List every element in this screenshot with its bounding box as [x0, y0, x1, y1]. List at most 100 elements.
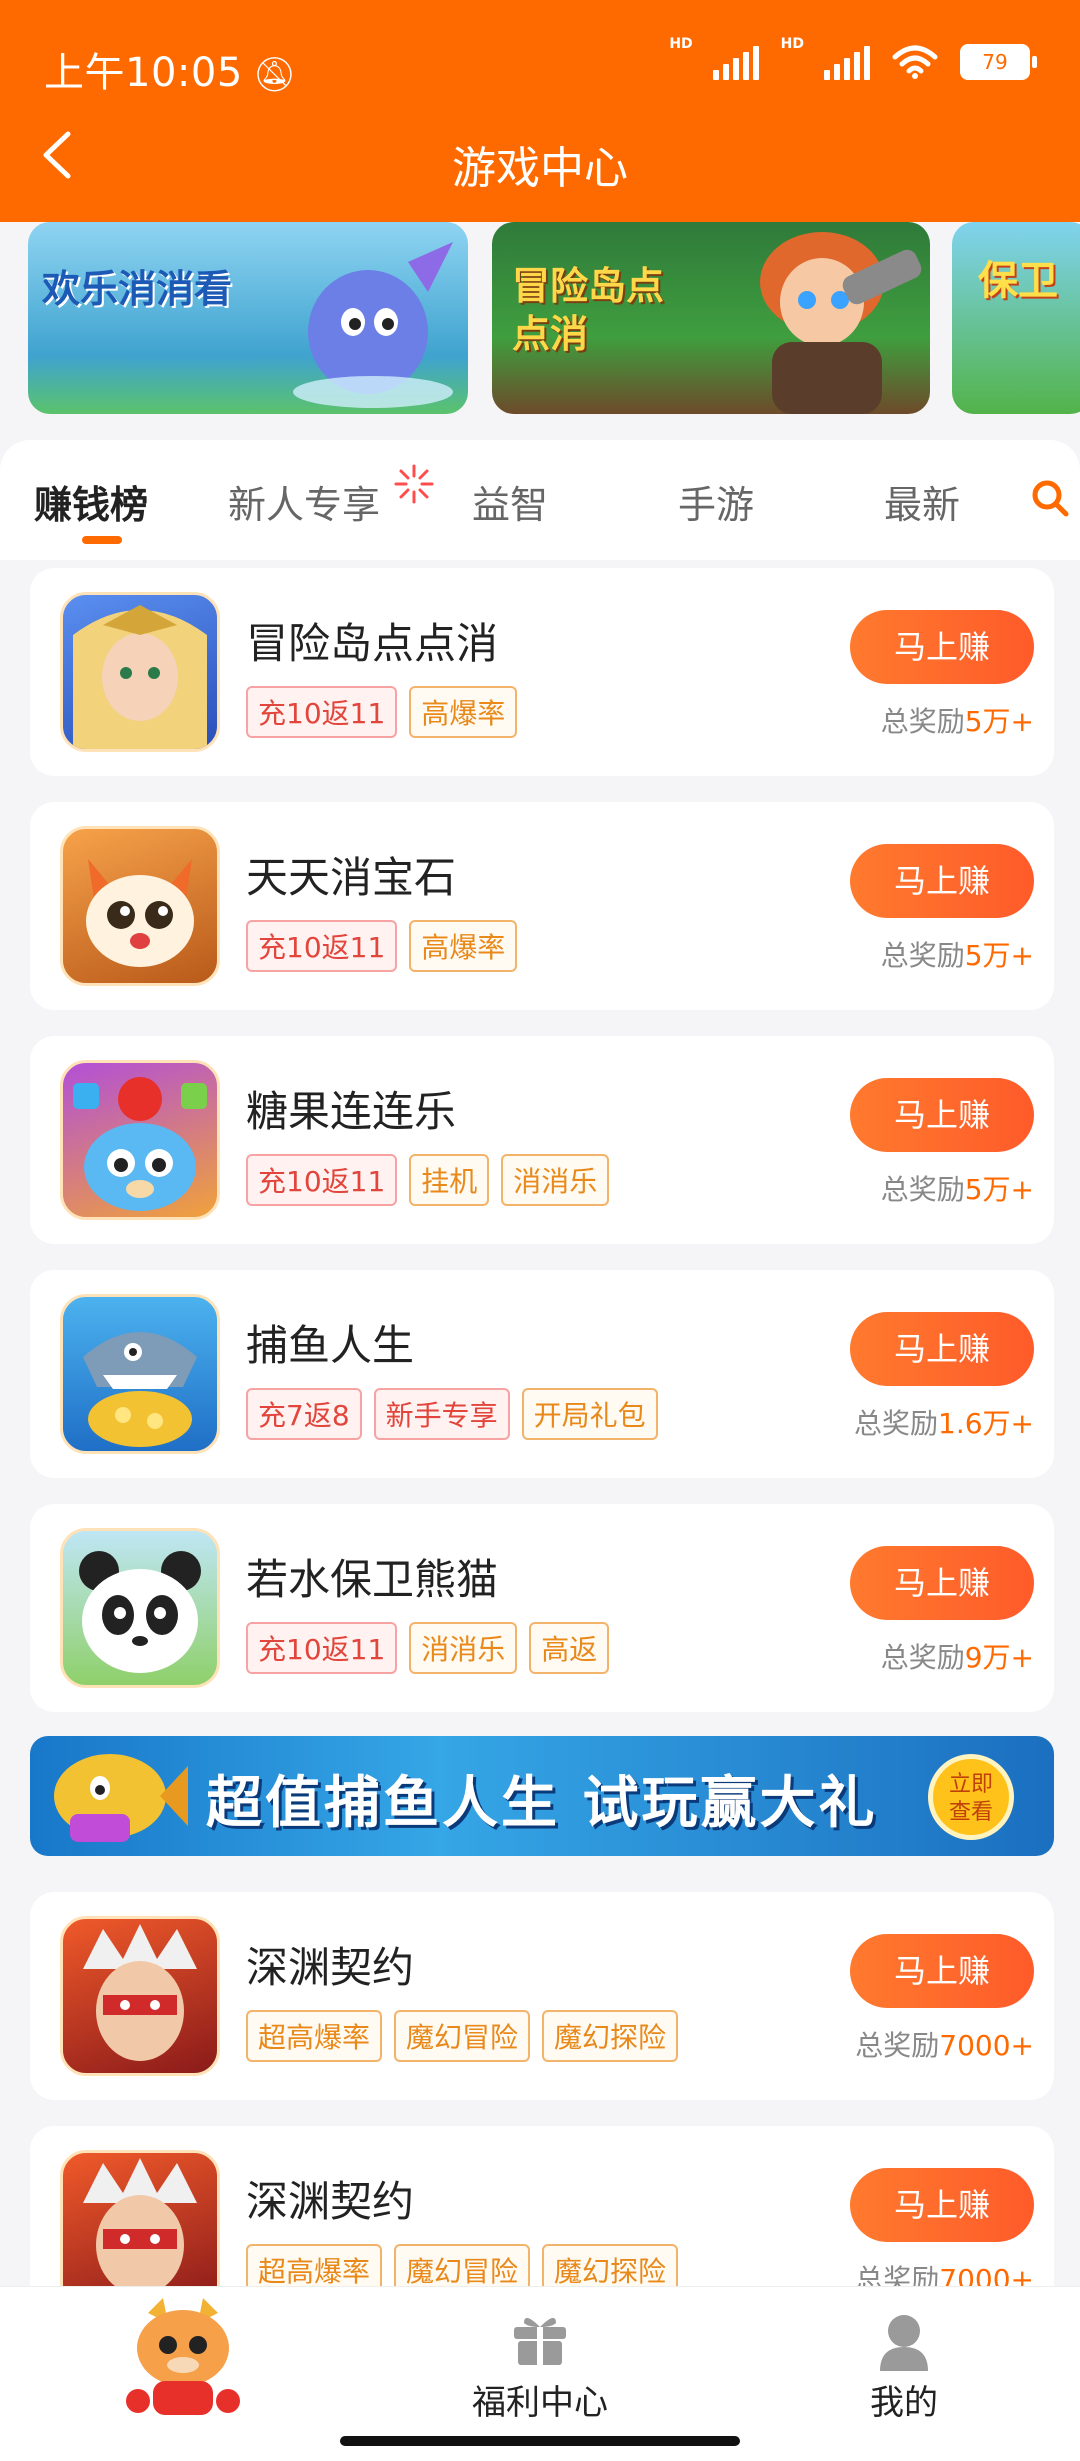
firework-icon: [394, 464, 434, 504]
reward-prefix: 总奖励: [880, 1173, 965, 1206]
earn-now-button[interactable]: 马上赚: [850, 1078, 1034, 1152]
mute-icon: 🔕︎: [252, 55, 297, 95]
reward-value: 5万+: [964, 939, 1034, 972]
game-tag: 充10返11: [246, 920, 398, 972]
search-icon[interactable]: [1030, 478, 1070, 518]
game-tag: 魔幻冒险: [394, 2010, 531, 2062]
battery-level: 79: [982, 50, 1008, 74]
tab-indicator: [82, 536, 122, 544]
reward-value: 5万+: [964, 705, 1034, 738]
bottom-nav: 福利中心 我的: [0, 2286, 1080, 2461]
game-tag: 超高爆率: [246, 2010, 383, 2062]
reward-prefix: 总奖励: [880, 1641, 965, 1674]
system-indicators: HD HD 79: [669, 36, 1037, 80]
earn-now-button[interactable]: 马上赚: [850, 1934, 1034, 2008]
game-tag: 高返: [529, 1622, 610, 1674]
fish-mascot-image: [54, 1754, 188, 1842]
game-tags: 充10返11 消消乐 高返: [246, 1622, 610, 1674]
game-tag: 充10返11: [246, 1622, 398, 1674]
game-tag: 高爆率: [409, 686, 518, 738]
reward-value: 1.6万+: [938, 1407, 1034, 1440]
earn-now-button[interactable]: 马上赚: [850, 1546, 1034, 1620]
game-title: 天天消宝石: [246, 853, 457, 902]
hd-icon: HD: [780, 36, 804, 52]
promo-text: 超值捕鱼人生 试玩赢大礼: [206, 1771, 878, 1836]
game-card[interactable]: 捕鱼人生 充7返8 新手专享 开局礼包 马上赚 总奖励1.6万+: [30, 1270, 1054, 1478]
wifi-icon: [892, 45, 938, 79]
mascot-image: [293, 242, 453, 408]
game-icon: [60, 592, 220, 752]
total-reward: 总奖励5万+: [881, 1168, 1034, 1208]
hero-image: [760, 232, 922, 414]
reward-value: 5万+: [964, 1173, 1034, 1206]
clock: 上午10:05: [44, 50, 243, 96]
game-tag: 新手专享: [373, 1388, 510, 1440]
game-icon: [60, 826, 220, 986]
game-tags: 充10返11 高爆率: [246, 920, 518, 972]
page-title: 游戏中心: [452, 143, 628, 194]
game-card[interactable]: 深渊契约 超高爆率 魔幻冒险 魔幻探险 马上赚 总奖励7000+: [30, 1892, 1054, 2100]
app-header: 上午10:05 🔕︎ HD HD 79 游戏中心: [0, 0, 1080, 222]
home-indicator[interactable]: [340, 2436, 740, 2446]
total-reward: 总奖励5万+: [881, 700, 1034, 740]
nav-welfare-center[interactable]: 福利中心: [472, 2375, 608, 2424]
game-tag: 充10返11: [246, 686, 398, 738]
user-icon[interactable]: [876, 2311, 932, 2371]
banner-title: 保卫: [978, 258, 1058, 304]
battery-icon: 79: [960, 44, 1037, 80]
banner-title: 欢乐消消看: [42, 267, 233, 311]
game-icon: [60, 1528, 220, 1688]
game-card[interactable]: 冒险岛点点消 充10返11 高爆率 马上赚 总奖励5万+: [30, 568, 1054, 776]
earn-now-button[interactable]: 马上赚: [850, 610, 1034, 684]
game-tags: 充7返8 新手专享 开局礼包: [246, 1388, 658, 1440]
tab-mobile-games[interactable]: 手游: [678, 474, 754, 529]
gift-icon[interactable]: [510, 2311, 570, 2367]
promo-banner[interactable]: 超值捕鱼人生 试玩赢大礼 立即查看: [30, 1736, 1054, 1856]
earn-now-button[interactable]: 马上赚: [850, 844, 1034, 918]
earn-now-button[interactable]: 马上赚: [850, 1312, 1034, 1386]
game-card[interactable]: 天天消宝石 充10返11 高爆率 马上赚 总奖励5万+: [30, 802, 1054, 1010]
reward-prefix: 总奖励: [853, 1407, 938, 1440]
banner-item[interactable]: 冒险岛点点消: [492, 222, 930, 414]
dragon-mascot-icon[interactable]: [108, 2293, 258, 2423]
game-tag: 充10返11: [246, 1154, 398, 1206]
category-tabs: 赚钱榜 新人专享 益智 手游 最新: [0, 440, 1080, 560]
game-title: 冒险岛点点消: [246, 619, 499, 668]
game-tag: 消消乐: [409, 1622, 518, 1674]
total-reward: 总奖励7000+: [855, 2024, 1034, 2064]
game-tag: 高爆率: [409, 920, 518, 972]
view-now-badge[interactable]: 立即 查看: [928, 1754, 1014, 1840]
game-title: 深渊契约: [246, 2177, 415, 2226]
tab-puzzle[interactable]: 益智: [472, 474, 548, 529]
banner-item[interactable]: 保卫: [952, 222, 1080, 414]
game-icon: [60, 1916, 220, 2076]
game-icon: [60, 1060, 220, 1220]
game-tags: 充10返11 挂机 消消乐: [246, 1154, 610, 1206]
reward-prefix: 总奖励: [880, 705, 965, 738]
tab-earn-ranking[interactable]: 赚钱榜: [34, 474, 148, 529]
reward-value: 7000+: [939, 2029, 1034, 2062]
reward-value: 9万+: [964, 1641, 1034, 1674]
game-title: 深渊契约: [246, 1943, 415, 1992]
game-card[interactable]: 若水保卫熊猫 充10返11 消消乐 高返 马上赚 总奖励9万+: [30, 1504, 1054, 1712]
game-tag: 充7返8: [246, 1388, 362, 1440]
nav-mine[interactable]: 我的: [870, 2375, 938, 2424]
banner-item[interactable]: 欢乐消消看: [28, 222, 468, 414]
game-tag: 魔幻探险: [542, 2010, 679, 2062]
game-title: 糖果连连乐: [246, 1087, 457, 1136]
reward-prefix: 总奖励: [855, 2029, 940, 2062]
total-reward: 总奖励1.6万+: [854, 1402, 1034, 1442]
tab-new-user[interactable]: 新人专享: [228, 474, 380, 529]
game-tags: 超高爆率 魔幻冒险 魔幻探险: [246, 2010, 679, 2062]
signal-icon: [712, 44, 759, 80]
game-card[interactable]: 糖果连连乐 充10返11 挂机 消消乐 马上赚 总奖励5万+: [30, 1036, 1054, 1244]
status-time: 上午10:05 🔕︎: [44, 40, 296, 98]
total-reward: 总奖励9万+: [881, 1636, 1034, 1676]
game-title: 捕鱼人生: [246, 1321, 415, 1370]
game-tags: 充10返11 高爆率: [246, 686, 518, 738]
badge-line: 查看: [948, 1800, 993, 1825]
tab-latest[interactable]: 最新: [884, 474, 960, 529]
banner-carousel[interactable]: 欢乐消消看 冒险岛点点消 保卫: [0, 222, 1080, 418]
badge-line: 立即: [948, 1772, 993, 1797]
earn-now-button[interactable]: 马上赚: [850, 2168, 1034, 2242]
